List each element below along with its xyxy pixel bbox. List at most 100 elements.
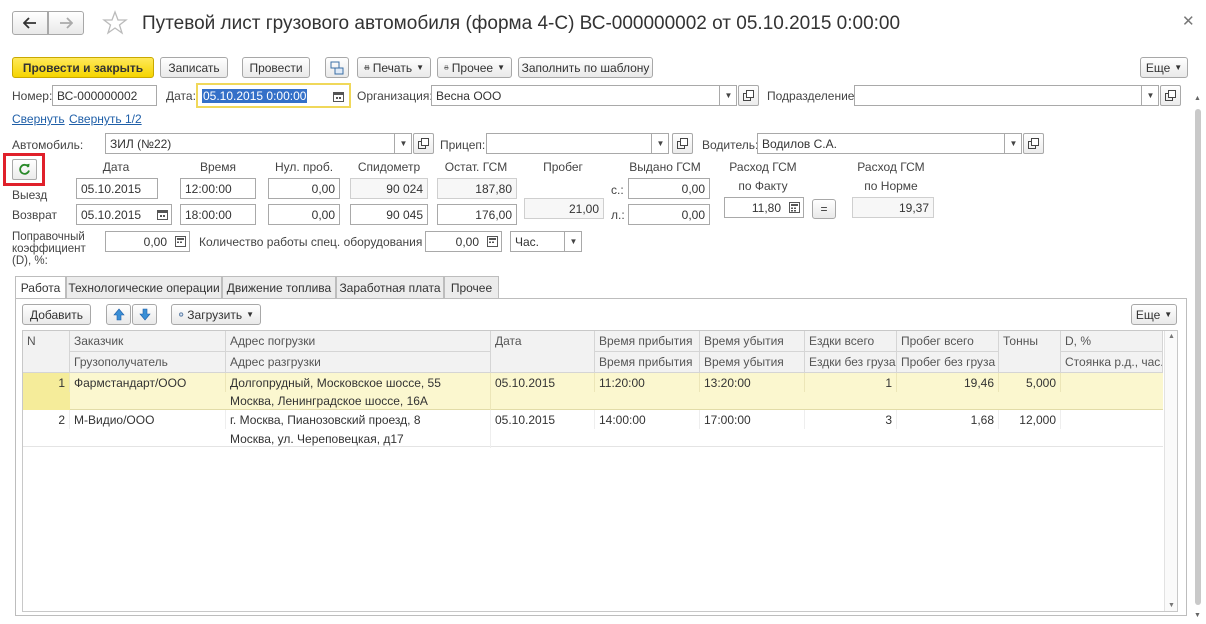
grid-header-depart2[interactable]: Время убытия [700,352,805,373]
grid-header-consignee[interactable]: Грузополучатель [70,352,226,373]
calculator-icon[interactable] [171,232,189,251]
grid-header-trips-empty[interactable]: Ездки без груза [805,352,897,373]
scroll-down-icon[interactable]: ▼ [1168,602,1175,609]
return-time-field[interactable]: 18:00:00 [180,204,256,225]
row-date: 05.10.2015 [491,373,595,392]
number-field[interactable]: ВС-000000002 [52,85,157,106]
load-label: Загрузить [187,307,243,322]
other-button[interactable]: Прочее ▼ [437,57,512,78]
driver-value: Водилов С.А. [762,136,837,151]
trailer-field[interactable]: ▼ [486,133,669,154]
chevron-down-icon[interactable]: ▼ [1141,86,1158,105]
return-zero-field[interactable]: 0,00 [268,204,340,225]
grid-scrollbar[interactable]: ▲ ▼ [1164,331,1177,611]
scroll-thumb[interactable] [1195,109,1201,605]
driver-open-button[interactable] [1023,133,1044,154]
departure-time-field[interactable]: 12:00:00 [180,178,256,199]
trailer-open-button[interactable] [672,133,693,154]
add-row-button[interactable]: Добавить [22,304,91,325]
row-load-addr: Долгопрудный, Московское шоссе, 55 [226,373,491,392]
chevron-down-icon[interactable]: ▼ [651,134,668,153]
close-icon[interactable]: ✕ [1182,12,1195,30]
tab-other[interactable]: Прочее [444,276,499,298]
grid-header-n[interactable]: N [23,331,70,373]
load-button[interactable]: Загрузить ▼ [171,304,261,325]
more-button[interactable]: Еще ▼ [1140,57,1188,78]
equip-field[interactable]: 0,00 [425,231,502,252]
tab-fuel-movement[interactable]: Движение топлива [222,276,336,298]
dept-open-button[interactable] [1160,85,1181,106]
coef-field[interactable]: 0,00 [105,231,190,252]
post-and-close-button[interactable]: Провести и закрыть [12,57,154,78]
tab-tech-operations[interactable]: Технологические операции [66,276,222,298]
fill-template-button[interactable]: Заполнить по шаблону [518,57,653,78]
return-odo-field[interactable]: 90 045 [350,204,428,225]
chevron-down-icon: ▼ [1164,310,1173,319]
calculator-icon[interactable] [785,198,803,217]
chevron-down-icon[interactable]: ▼ [394,134,411,153]
grid-header-mileage-empty[interactable]: Пробег без груза [897,352,999,373]
return-fuel-field[interactable]: 176,00 [437,204,517,225]
date-field[interactable]: 05.10.2015 0:00:00 [196,83,351,108]
grid-header-arrive[interactable]: Время прибытия [595,331,700,352]
grid-header-tons[interactable]: Тонны [999,331,1061,373]
collapse-half-link[interactable]: Свернуть 1/2 [69,112,142,126]
tab-salary[interactable]: Заработная плата [336,276,444,298]
grid-header-customer[interactable]: Заказчик [70,331,226,352]
printer-icon [364,65,370,70]
forward-button[interactable] [48,11,84,35]
dept-field[interactable]: ▼ [854,85,1159,106]
grid-header-parking[interactable]: Стоянка р.д., час. [1061,352,1163,373]
departure-date-field[interactable]: 05.10.2015 [76,178,158,199]
departure-fuel-field[interactable]: 187,80 [437,178,517,199]
mileage-field[interactable]: 21,00 [524,198,604,219]
norm-field[interactable]: 19,37 [852,197,934,218]
issued-l-field[interactable]: 0,00 [628,204,710,225]
issued-c-field[interactable]: 0,00 [628,178,710,199]
equals-button[interactable]: = [812,199,836,219]
grid-header-mileage[interactable]: Пробег всего [897,331,999,352]
scroll-up-icon[interactable]: ▲ [1194,95,1201,102]
structure-button[interactable] [325,57,349,78]
col-mileage-label: Пробег [543,160,583,174]
grid-header-d[interactable]: D, % [1061,331,1163,352]
refresh-button[interactable] [12,159,37,180]
page-scrollbar[interactable]: ▲ ▼ [1193,95,1203,619]
departure-zero-field[interactable]: 0,00 [268,178,340,199]
coef-label: Поправочный коэффициент (D), %: [12,231,86,267]
collapse-link[interactable]: Свернуть [12,112,65,126]
move-up-button[interactable] [106,304,131,325]
grid-header-load-addr[interactable]: Адрес погрузки [226,331,491,352]
tab-work[interactable]: Работа [15,276,66,299]
row-number: 1 [23,373,70,392]
grid-header-trips[interactable]: Ездки всего [805,331,897,352]
table-more-button[interactable]: Еще ▼ [1131,304,1177,325]
scroll-up-icon[interactable]: ▲ [1168,333,1175,340]
car-field[interactable]: ЗИЛ (№22) ▼ [105,133,412,154]
calculator-icon[interactable] [483,232,501,251]
chevron-down-icon[interactable]: ▼ [719,86,736,105]
move-down-button[interactable] [132,304,157,325]
grid-header-depart[interactable]: Время убытия [700,331,805,352]
grid-header-unload-addr[interactable]: Адрес разгрузки [226,352,491,373]
car-open-button[interactable] [413,133,434,154]
org-field[interactable]: Весна ООО ▼ [431,85,737,106]
driver-field[interactable]: Водилов С.А. ▼ [757,133,1022,154]
post-button[interactable]: Провести [242,57,310,78]
unit-select[interactable]: Час. ▼ [510,231,582,252]
grid-header-date[interactable]: Дата [491,331,595,373]
return-date-field[interactable]: 05.10.2015 [76,204,172,225]
print-button[interactable]: Печать ▼ [357,57,431,78]
grid-header-arrive2[interactable]: Время прибытия [595,352,700,373]
calendar-icon[interactable] [329,87,347,106]
chevron-down-icon[interactable]: ▼ [1004,134,1021,153]
departure-odo-field[interactable]: 90 024 [350,178,428,199]
favorite-star-icon[interactable] [102,10,128,36]
back-button[interactable] [12,11,48,35]
save-button[interactable]: Записать [160,57,228,78]
scroll-down-icon[interactable]: ▼ [1194,612,1201,619]
chevron-down-icon[interactable]: ▼ [564,232,581,251]
fact-field[interactable]: 11,80 [724,197,804,218]
org-open-button[interactable] [738,85,759,106]
calendar-icon[interactable] [153,205,171,224]
